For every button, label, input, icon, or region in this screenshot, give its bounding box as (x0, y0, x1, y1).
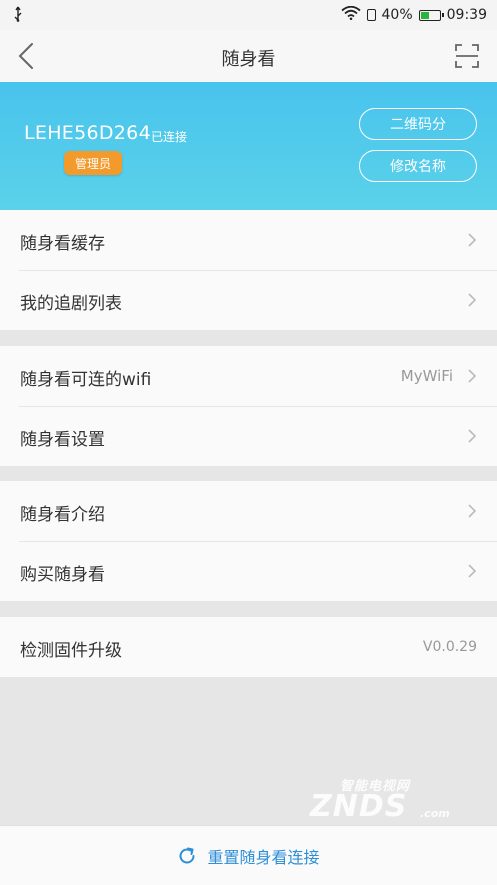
wifi-icon (340, 5, 361, 24)
bottom-bar: 重置随身看连接 (0, 825, 497, 885)
clock: 09:39 (446, 7, 487, 23)
menu-item-label: 随身看设置 (20, 430, 105, 450)
watermark: 智能电视网 ZNDS .com (290, 775, 490, 825)
menu-item-label: 我的追剧列表 (20, 294, 122, 314)
reset-label: 重置随身看连接 (207, 847, 320, 867)
nav-bar: 随身看 (0, 30, 497, 83)
scan-icon (455, 44, 479, 68)
watermark-com: .com (420, 807, 450, 820)
battery-percent: 40% (381, 7, 413, 23)
menu-item-label: 检测固件升级 (20, 641, 122, 661)
scan-button[interactable] (455, 44, 479, 68)
chevron-right-icon (468, 564, 477, 578)
menu-item-buy[interactable]: 购买随身看 (0, 541, 497, 601)
status-bar: 40% 09:39 (0, 0, 497, 30)
role-badge: 管理员 (64, 151, 122, 175)
reset-connection-button[interactable]: 重置随身看连接 (0, 826, 497, 885)
usb-icon (12, 6, 24, 26)
watermark-en: ZNDS (310, 789, 408, 824)
battery-level (420, 11, 429, 19)
rename-button[interactable]: 修改名称 (359, 150, 477, 182)
wifi-value: MyWiFi (400, 367, 453, 385)
chevron-right-icon (468, 504, 477, 518)
chevron-right-icon (468, 369, 477, 383)
menu-group-firmware: 检测固件升级 V0.0.29 (0, 617, 497, 677)
battery-icon (418, 9, 444, 21)
menu-item-settings[interactable]: 随身看设置 (0, 406, 497, 466)
device-banner: LEHE56D264 已连接 管理员 二维码分 修改名称 (0, 82, 497, 210)
connection-status: 已连接 (151, 130, 188, 144)
menu-item-label: 随身看缓存 (20, 234, 105, 254)
chevron-right-icon (468, 429, 477, 443)
menu-item-label: 随身看可连的wifi (20, 370, 152, 390)
menu-group-cache: 随身看缓存 我的追剧列表 (0, 210, 497, 330)
status-icons: 40% 09:39 (340, 5, 487, 24)
refresh-icon (179, 847, 195, 863)
device-id: LEHE56D264 (24, 122, 151, 144)
menu-item-watchlist[interactable]: 我的追剧列表 (0, 270, 497, 330)
menu-group-info: 随身看介绍 购买随身看 (0, 481, 497, 601)
menu-item-label: 购买随身看 (20, 565, 105, 585)
qr-share-button[interactable]: 二维码分 (359, 108, 477, 140)
sim-card-icon (366, 9, 376, 21)
menu-item-cache[interactable]: 随身看缓存 (0, 210, 497, 270)
page-title: 随身看 (221, 49, 276, 70)
chevron-right-icon (468, 293, 477, 307)
menu-item-wifi[interactable]: 随身看可连的wifi MyWiFi (0, 346, 497, 406)
chevron-right-icon (468, 233, 477, 247)
menu-item-firmware-update[interactable]: 检测固件升级 V0.0.29 (0, 617, 497, 677)
menu-group-network: 随身看可连的wifi MyWiFi 随身看设置 (0, 346, 497, 466)
menu-item-label: 随身看介绍 (20, 505, 105, 525)
firmware-version: V0.0.29 (422, 639, 477, 655)
menu-item-intro[interactable]: 随身看介绍 (0, 481, 497, 541)
